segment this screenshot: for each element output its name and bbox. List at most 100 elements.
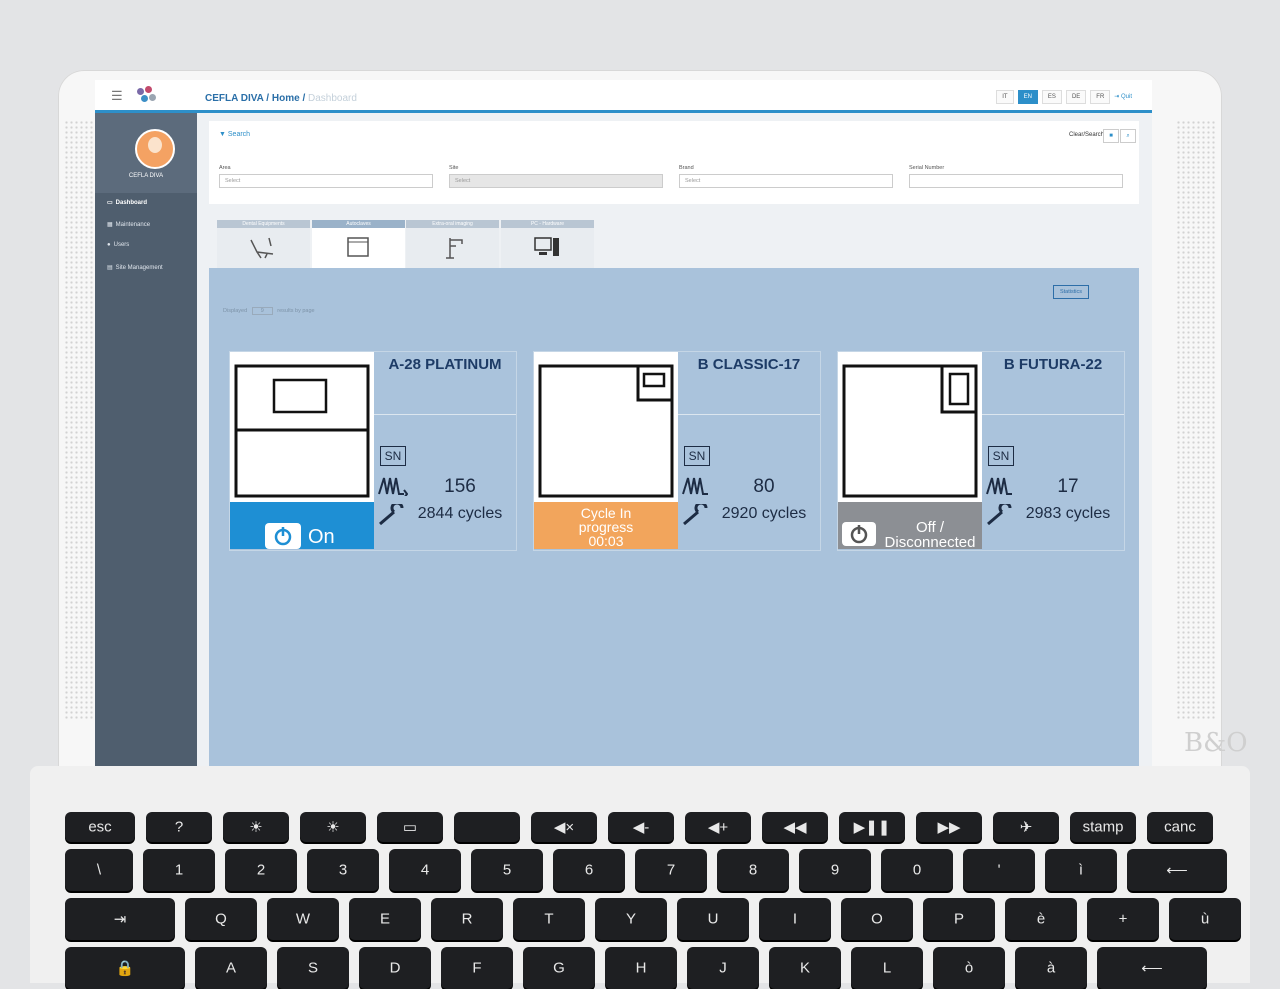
- search-title[interactable]: ▼ Search: [219, 131, 250, 138]
- key-blank[interactable]: [454, 812, 520, 842]
- serial-number-badge[interactable]: SN: [988, 446, 1014, 466]
- tab-autoclaves[interactable]: Autoclaves: [312, 220, 405, 268]
- key-[interactable]: ⟵: [1127, 849, 1227, 891]
- page-size-select[interactable]: 9: [251, 307, 273, 315]
- key-[interactable]: ù: [1169, 898, 1241, 940]
- avatar[interactable]: [135, 129, 175, 169]
- serial-number-badge[interactable]: SN: [684, 446, 710, 466]
- key-[interactable]: ✈: [993, 812, 1059, 842]
- wrench-icon: [987, 504, 1012, 526]
- key-[interactable]: è: [1005, 898, 1077, 940]
- quit-button[interactable]: ⇥ Quit: [1114, 90, 1132, 104]
- key-2[interactable]: 2: [225, 849, 297, 891]
- trash-icon[interactable]: ■: [1103, 129, 1119, 143]
- tab-dental-equipments[interactable]: Dental Equipments: [217, 220, 310, 268]
- key-[interactable]: \: [65, 849, 133, 891]
- autoclave-classic-icon: [538, 364, 674, 498]
- cycle-timer: 00:03: [588, 533, 624, 549]
- sidebar-item-site-management[interactable]: ▤ Site Management: [107, 264, 163, 272]
- brand-select[interactable]: Select: [679, 174, 893, 188]
- device-name: B CLASSIC-17: [697, 356, 801, 373]
- key-[interactable]: ▶❚❚: [839, 812, 905, 842]
- language-switcher: IT EN ES DE FR ⇥ Quit: [996, 90, 1132, 104]
- cefla-logo: [137, 86, 167, 104]
- key-[interactable]: ?: [146, 812, 212, 842]
- key-[interactable]: ⇥: [65, 898, 175, 940]
- serial-number-badge[interactable]: SN: [380, 446, 406, 466]
- breadcrumb-current: Dashboard: [308, 93, 357, 104]
- brand-logo: B&O: [1184, 728, 1248, 758]
- key-7[interactable]: 7: [635, 849, 707, 891]
- lang-it[interactable]: IT: [996, 90, 1014, 104]
- key-stamp[interactable]: stamp: [1070, 812, 1136, 842]
- tab-extra-oral-imaging[interactable]: Extra-oral imaging: [406, 220, 499, 268]
- key-[interactable]: ☀: [223, 812, 289, 842]
- serial-number-label: Serial Number: [909, 165, 945, 171]
- breadcrumb-home[interactable]: Home: [272, 93, 300, 104]
- key-5[interactable]: 5: [471, 849, 543, 891]
- key-q[interactable]: Q: [185, 898, 257, 940]
- key-p[interactable]: P: [923, 898, 995, 940]
- maintenance-cycles: 2920 cycles: [721, 505, 807, 522]
- lang-fr[interactable]: FR: [1090, 90, 1111, 104]
- maintenance-cycles: 2844 cycles: [417, 505, 503, 522]
- user-name: CEFLA DIVA: [128, 173, 164, 179]
- lang-es[interactable]: ES: [1041, 90, 1062, 104]
- key-3[interactable]: 3: [307, 849, 379, 891]
- tab-label: Dental Equipments: [217, 220, 310, 228]
- key-[interactable]: ☀: [300, 812, 366, 842]
- pressure-wave-icon: [378, 477, 408, 496]
- statistics-button[interactable]: Statistics: [1052, 285, 1089, 299]
- key-r[interactable]: R: [431, 898, 503, 940]
- key-w[interactable]: W: [267, 898, 339, 940]
- breadcrumb-separator: /: [302, 93, 306, 104]
- key-esc[interactable]: esc: [65, 812, 135, 842]
- autoclave-futura-icon: [842, 364, 978, 498]
- sidebar-item-users[interactable]: ● Users: [107, 242, 129, 248]
- key-[interactable]: ì: [1045, 849, 1117, 891]
- monitor-icon: ▭: [107, 200, 113, 206]
- hamburger-icon[interactable]: ☰: [111, 88, 123, 104]
- sidebar-item-maintenance[interactable]: ▦ Maintenance: [107, 221, 150, 229]
- lang-de[interactable]: DE: [1065, 90, 1087, 104]
- key-9[interactable]: 9: [799, 849, 871, 891]
- key-[interactable]: ◀+: [685, 812, 751, 842]
- key-4[interactable]: 4: [389, 849, 461, 891]
- breadcrumb-root[interactable]: CEFLA DIVA: [205, 93, 264, 104]
- key-t[interactable]: T: [513, 898, 585, 940]
- key-8[interactable]: 8: [717, 849, 789, 891]
- device-card[interactable]: B CLASSIC-17 SN 80 2920 cycles Cycle In …: [533, 351, 821, 551]
- key-[interactable]: +: [1087, 898, 1159, 940]
- filter-icon: ▼: [219, 131, 226, 138]
- status-line: Off /: [915, 519, 945, 536]
- site-select[interactable]: Select: [449, 174, 663, 188]
- key-e[interactable]: E: [349, 898, 421, 940]
- key-i[interactable]: I: [759, 898, 831, 940]
- key-[interactable]: ◀◀: [762, 812, 828, 842]
- area-select[interactable]: Select: [219, 174, 433, 188]
- search-icon[interactable]: ⌕: [1120, 129, 1136, 143]
- key-y[interactable]: Y: [595, 898, 667, 940]
- key-[interactable]: ': [963, 849, 1035, 891]
- calendar-icon: ▦: [107, 222, 113, 228]
- site-label: Site: [449, 165, 459, 171]
- sidebar-item-dashboard[interactable]: ▭ Dashboard: [107, 199, 147, 207]
- key-u[interactable]: U: [677, 898, 749, 940]
- key-6[interactable]: 6: [553, 849, 625, 891]
- status-line: Disconnected: [884, 534, 976, 551]
- key-[interactable]: ◀-: [608, 812, 674, 842]
- key-[interactable]: ◀×: [531, 812, 597, 842]
- key-[interactable]: ▭: [377, 812, 443, 842]
- key-0[interactable]: 0: [881, 849, 953, 891]
- device-card[interactable]: B FUTURA-22 SN 17 2983 cycles Off / Disc…: [837, 351, 1125, 551]
- quit-label: Quit: [1120, 94, 1132, 100]
- key-o[interactable]: O: [841, 898, 913, 940]
- breadcrumb-separator: /: [266, 93, 270, 104]
- device-card[interactable]: A-28 PLATINUM SN 156 2844 cycles On: [229, 351, 517, 551]
- serial-number-field[interactable]: [909, 174, 1123, 188]
- key-canc[interactable]: canc: [1147, 812, 1213, 842]
- tab-pc-hardware[interactable]: PC - Hardware: [501, 220, 594, 268]
- key-[interactable]: ▶▶: [916, 812, 982, 842]
- lang-en[interactable]: EN: [1017, 90, 1038, 104]
- key-1[interactable]: 1: [143, 849, 215, 891]
